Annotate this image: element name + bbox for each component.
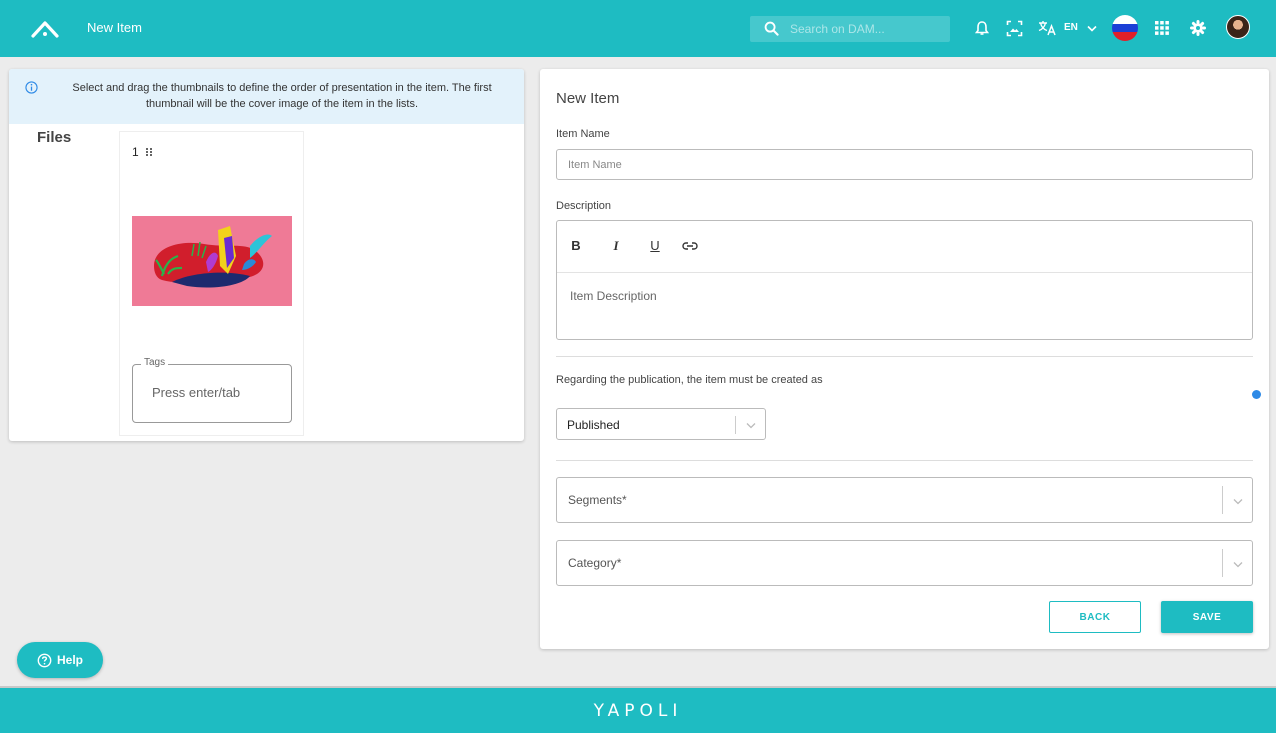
select-separator xyxy=(1222,486,1223,514)
search-box[interactable] xyxy=(750,16,950,42)
underline-button[interactable]: U xyxy=(646,238,664,256)
bold-button[interactable]: B xyxy=(567,238,585,256)
item-name-label: Item Name xyxy=(556,128,610,140)
thumbnail-index: 1 xyxy=(132,145,153,159)
save-button[interactable]: SAVE xyxy=(1161,601,1253,633)
chevron-down-icon xyxy=(1233,562,1243,568)
editor-toolbar: B I U xyxy=(557,221,1252,273)
form-title: New Item xyxy=(556,90,620,107)
footer: YAPOLI xyxy=(0,686,1276,733)
item-name-input[interactable] xyxy=(556,149,1253,180)
status-dot xyxy=(1252,390,1261,399)
segments-select[interactable]: Segments* xyxy=(556,477,1253,523)
category-select[interactable]: Category* xyxy=(556,540,1253,586)
tags-input[interactable] xyxy=(152,385,282,400)
tags-field[interactable]: Tags xyxy=(132,357,292,423)
apps-grid-icon[interactable] xyxy=(1150,16,1174,40)
italic-button[interactable]: I xyxy=(607,238,625,256)
gear-icon[interactable] xyxy=(1186,16,1210,40)
info-banner: Select and drag the thumbnails to define… xyxy=(9,69,524,124)
description-placeholder[interactable]: Item Description xyxy=(570,289,657,303)
publication-value: Published xyxy=(567,418,620,432)
info-icon xyxy=(25,81,38,94)
chevron-down-icon[interactable] xyxy=(1083,16,1101,40)
help-button[interactable]: Help xyxy=(17,642,103,678)
help-label: Help xyxy=(56,653,83,667)
help-icon xyxy=(37,653,52,667)
chevron-down-icon xyxy=(746,423,756,429)
info-text: Select and drag the thumbnails to define… xyxy=(72,82,492,110)
select-separator xyxy=(735,416,736,434)
segments-placeholder: Segments* xyxy=(568,493,627,507)
top-bar: New Item EN xyxy=(0,0,1276,57)
description-label: Description xyxy=(556,200,612,212)
chevron-down-icon xyxy=(1233,499,1243,505)
footer-logo: YAPOLI xyxy=(593,701,683,721)
translate-icon[interactable] xyxy=(1036,16,1060,40)
category-placeholder: Category* xyxy=(568,556,622,570)
search-input[interactable] xyxy=(790,20,940,38)
logo-icon[interactable] xyxy=(30,19,60,39)
item-form: New Item Item Name Description B I U Ite… xyxy=(540,69,1269,649)
publication-question: Regarding the publication, the item must… xyxy=(556,374,823,386)
language-code[interactable]: EN xyxy=(1064,22,1078,33)
thumbnail-image xyxy=(132,216,292,306)
image-search-icon[interactable] xyxy=(1002,16,1026,40)
link-icon[interactable] xyxy=(681,239,699,257)
select-separator xyxy=(1222,549,1223,577)
search-icon xyxy=(764,21,779,36)
files-label: Files xyxy=(37,129,72,146)
thumbnail-index-number: 1 xyxy=(132,145,139,159)
thumbnail-card[interactable]: 1 Tags xyxy=(119,131,304,436)
divider xyxy=(556,356,1253,357)
drag-handle-icon[interactable] xyxy=(145,147,153,157)
publication-select[interactable]: Published xyxy=(556,408,766,440)
back-button[interactable]: BACK xyxy=(1049,601,1141,633)
bell-icon[interactable] xyxy=(970,16,994,40)
page-title: New Item xyxy=(87,20,142,35)
avatar[interactable] xyxy=(1226,15,1250,39)
flag-icon[interactable] xyxy=(1112,15,1138,41)
files-panel: Select and drag the thumbnails to define… xyxy=(9,69,524,441)
divider xyxy=(556,460,1253,461)
description-editor[interactable]: B I U Item Description xyxy=(556,220,1253,340)
tags-legend: Tags xyxy=(141,357,169,368)
